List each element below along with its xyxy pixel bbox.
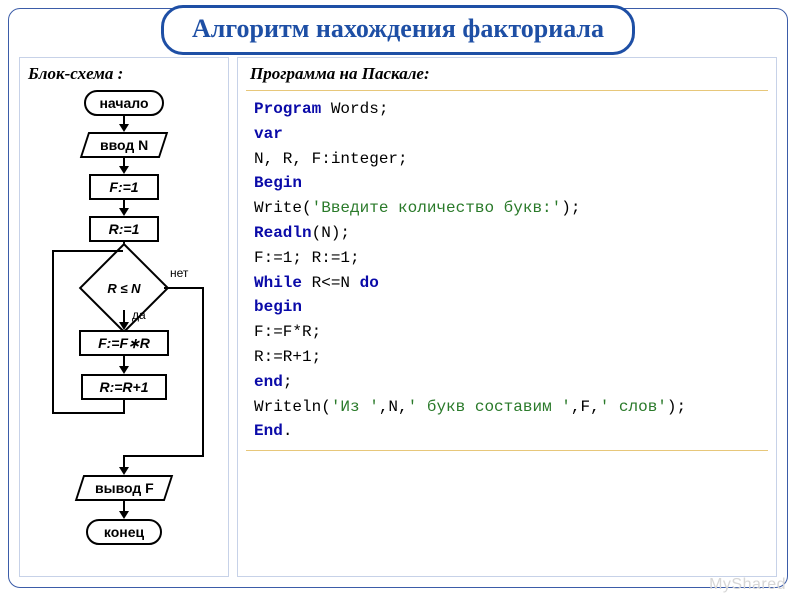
label-no: нет	[170, 266, 188, 280]
node-f-assign-1: F:=1	[89, 174, 159, 200]
slide-title: Алгоритм нахождения факториала	[161, 5, 635, 55]
content-row: Блок-схема : начало ввод N F:=1 R:=1	[9, 9, 787, 587]
node-r-assign-1: R:=1	[89, 216, 159, 242]
node-output-f: вывод F	[75, 475, 173, 501]
node-input-n: ввод N	[80, 132, 168, 158]
watermark: MyShared	[709, 576, 786, 594]
node-r-inc: R:=R+1	[81, 374, 167, 400]
code-panel: Программа на Паскале: Program Words; var…	[237, 57, 777, 577]
label-yes: да	[132, 308, 146, 322]
pascal-code: Program Words; var N, R, F:integer; Begi…	[246, 90, 768, 451]
node-start: начало	[84, 90, 164, 116]
flowchart-heading: Блок-схема :	[28, 64, 224, 84]
slide-frame: Алгоритм нахождения факториала Блок-схем…	[8, 8, 788, 588]
flowchart: начало ввод N F:=1 R:=1 R ≤ N	[24, 90, 224, 560]
flowchart-panel: Блок-схема : начало ввод N F:=1 R:=1	[19, 57, 229, 577]
node-decision: R ≤ N	[82, 266, 166, 310]
code-heading: Программа на Паскале:	[250, 64, 768, 84]
node-f-mul: F:=F∗R	[79, 330, 169, 356]
node-end: конец	[86, 519, 162, 545]
